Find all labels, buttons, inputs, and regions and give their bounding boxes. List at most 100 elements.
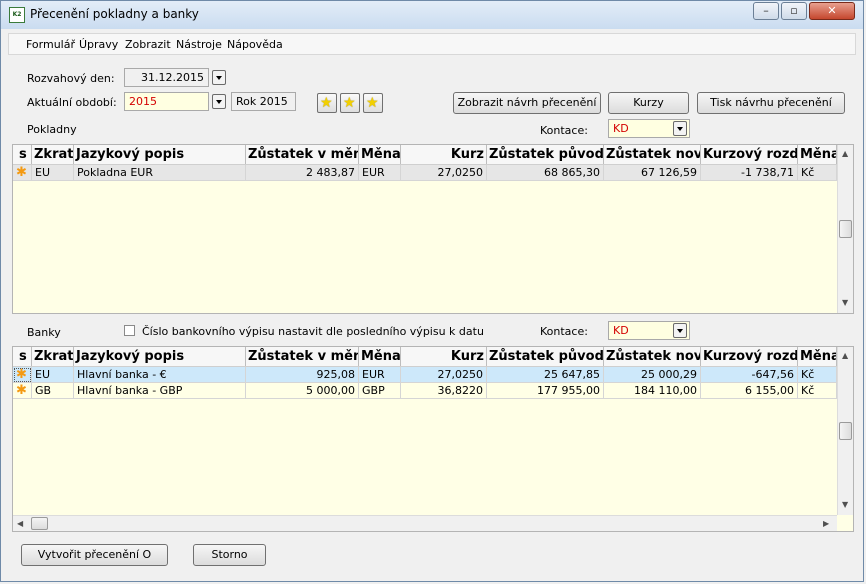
cislo-vypisu-checkbox[interactable]	[124, 325, 135, 336]
aktualni-obdobi-label: Aktuální období:	[27, 96, 117, 109]
col-zustatek-puvodni[interactable]: Zůstatek původní	[487, 145, 604, 164]
star-icon: ★	[320, 95, 333, 111]
menu-zobrazit[interactable]: Zobrazit	[125, 38, 171, 51]
table-row[interactable]: ✱ EU Pokladna EUR 2 483,87 EUR 27,0250 6…	[13, 165, 837, 181]
scroll-left-icon[interactable]: ◀	[17, 519, 23, 529]
cell-zustatek-novy: 184 110,00	[604, 383, 701, 399]
col-mena[interactable]: Měna	[359, 145, 401, 164]
col-kurzovy-rozdil[interactable]: Kurzový rozdíl	[701, 347, 798, 366]
rozvahovy-den-dropdown-button[interactable]	[212, 70, 226, 85]
maximize-button[interactable]: ▫	[781, 2, 807, 20]
scroll-up-icon[interactable]: ▲	[842, 149, 848, 159]
aktualni-obdobi-dropdown-button[interactable]	[212, 94, 226, 109]
cell-kurzovy-rozdil: 6 155,00	[701, 383, 798, 399]
storno-button[interactable]: Storno	[193, 544, 266, 566]
cell-kurz: 36,8220	[401, 383, 487, 399]
cell-mena: GBP	[359, 383, 401, 399]
star-icon-button[interactable]: ★	[317, 93, 337, 113]
cell-zustatek-puvodni: 68 865,30	[487, 165, 604, 181]
cell-mena2: Kč	[798, 367, 837, 383]
star-edit-icon-button[interactable]: ★	[363, 93, 383, 113]
cell-mena: EUR	[359, 367, 401, 383]
pokladny-grid-header: s Zkratka Jazykový popis Zůstatek v měně…	[13, 145, 837, 165]
cell-kurz: 27,0250	[401, 165, 487, 181]
row-star-icon: ✱	[13, 165, 32, 181]
cell-popis: Pokladna EUR	[74, 165, 246, 181]
col-zustatek-novy[interactable]: Zůstatek nový	[604, 347, 701, 366]
vytvorit-preceneni-button[interactable]: Vytvořit přecenění O	[21, 544, 168, 566]
col-zkratka[interactable]: Zkratka	[32, 347, 74, 366]
pokladny-kontace-label: Kontace:	[540, 124, 588, 137]
banky-vertical-scrollbar[interactable]: ▲ ▼	[837, 347, 853, 515]
aktualni-obdobi-field[interactable]: 2015	[124, 92, 209, 111]
col-mena[interactable]: Měna	[359, 347, 401, 366]
kurzy-button[interactable]: Kurzy	[608, 92, 689, 114]
col-jazykovy-popis[interactable]: Jazykový popis	[74, 347, 246, 366]
col-kurzovy-rozdil[interactable]: Kurzový rozdíl	[701, 145, 798, 164]
cell-zkratka: EU	[32, 165, 74, 181]
col-s[interactable]: s	[13, 145, 32, 164]
table-row[interactable]: ✱ EU Hlavní banka - € 925,08 EUR 27,0250…	[13, 367, 837, 383]
pokladny-vertical-scrollbar[interactable]: ▲ ▼	[837, 145, 853, 313]
menu-napoveda[interactable]: Nápověda	[227, 38, 283, 51]
close-button[interactable]: ✕	[809, 2, 855, 20]
cell-mena2: Kč	[798, 383, 837, 399]
cislo-vypisu-checkbox-label: Číslo bankovního výpisu nastavit dle pos…	[142, 325, 484, 338]
row-star-icon: ✱	[13, 367, 32, 383]
col-zustatek-v-mene[interactable]: Zůstatek v měně	[246, 347, 359, 366]
scroll-thumb[interactable]	[839, 422, 852, 440]
cell-popis: Hlavní banka - GBP	[74, 383, 246, 399]
rozvahovy-den-label: Rozvahový den:	[27, 72, 115, 85]
scroll-up-icon[interactable]: ▲	[842, 351, 848, 361]
app-icon: K2	[9, 7, 25, 23]
scroll-thumb-horizontal[interactable]	[31, 517, 48, 530]
cell-mena: EUR	[359, 165, 401, 181]
menu-formular[interactable]: Formulář	[26, 38, 75, 51]
col-zustatek-novy[interactable]: Zůstatek nový	[604, 145, 701, 164]
scroll-thumb[interactable]	[839, 220, 852, 238]
banky-grid: s Zkratka Jazykový popis Zůstatek v měně…	[12, 346, 854, 532]
rozvahovy-den-field[interactable]: 31.12.2015	[124, 68, 209, 87]
menu-nastroje[interactable]: Nástroje	[176, 38, 222, 51]
cell-zustatek-mena: 2 483,87	[246, 165, 359, 181]
col-kurz[interactable]: Kurz	[401, 347, 487, 366]
zobrazit-navrh-button[interactable]: Zobrazit návrh přecenění	[453, 92, 601, 114]
col-jazykovy-popis[interactable]: Jazykový popis	[74, 145, 246, 164]
scroll-right-icon[interactable]: ▶	[823, 519, 829, 529]
col-zustatek-v-mene[interactable]: Zůstatek v měně	[246, 145, 359, 164]
col-mena2[interactable]: Měna	[798, 145, 837, 164]
cell-zkratka: EU	[32, 367, 74, 383]
col-s[interactable]: s	[13, 347, 32, 366]
cell-zustatek-mena: 5 000,00	[246, 383, 359, 399]
cell-mena2: Kč	[798, 165, 837, 181]
col-zkratka[interactable]: Zkratka	[32, 145, 74, 164]
banky-kontace-label: Kontace:	[540, 325, 588, 338]
cell-popis: Hlavní banka - €	[74, 367, 246, 383]
cell-zustatek-mena: 925,08	[246, 367, 359, 383]
menu-upravy[interactable]: Úpravy	[79, 38, 118, 51]
pokladny-kontace-dropdown-button[interactable]	[673, 121, 687, 136]
col-mena2[interactable]: Měna	[798, 347, 837, 366]
banky-kontace-dropdown-button[interactable]	[673, 323, 687, 338]
col-kurz[interactable]: Kurz	[401, 145, 487, 164]
cell-zustatek-novy: 67 126,59	[604, 165, 701, 181]
cell-zustatek-puvodni: 177 955,00	[487, 383, 604, 399]
banky-label: Banky	[27, 326, 61, 339]
cell-kurzovy-rozdil: -647,56	[701, 367, 798, 383]
star-add-icon-button[interactable]: ★	[340, 93, 360, 113]
col-zustatek-puvodni[interactable]: Zůstatek původní	[487, 347, 604, 366]
table-row[interactable]: ✱ GB Hlavní banka - GBP 5 000,00 GBP 36,…	[13, 383, 837, 399]
cell-zkratka: GB	[32, 383, 74, 399]
cell-zustatek-novy: 25 000,29	[604, 367, 701, 383]
pokladny-label: Pokladny	[27, 123, 77, 136]
cell-zustatek-puvodni: 25 647,85	[487, 367, 604, 383]
scroll-down-icon[interactable]: ▼	[842, 298, 848, 308]
obdobi-description-field: Rok 2015	[231, 92, 296, 111]
pokladny-grid: s Zkratka Jazykový popis Zůstatek v měně…	[12, 144, 854, 314]
star-pencil-icon: ★	[366, 95, 379, 111]
banky-horizontal-scrollbar[interactable]: ◀ ▶	[13, 515, 837, 531]
minimize-button[interactable]: –	[753, 2, 779, 20]
tisk-navrhu-button[interactable]: Tisk návrhu přecenění	[697, 92, 845, 114]
banky-grid-header: s Zkratka Jazykový popis Zůstatek v měně…	[13, 347, 837, 367]
scroll-down-icon[interactable]: ▼	[842, 500, 848, 510]
